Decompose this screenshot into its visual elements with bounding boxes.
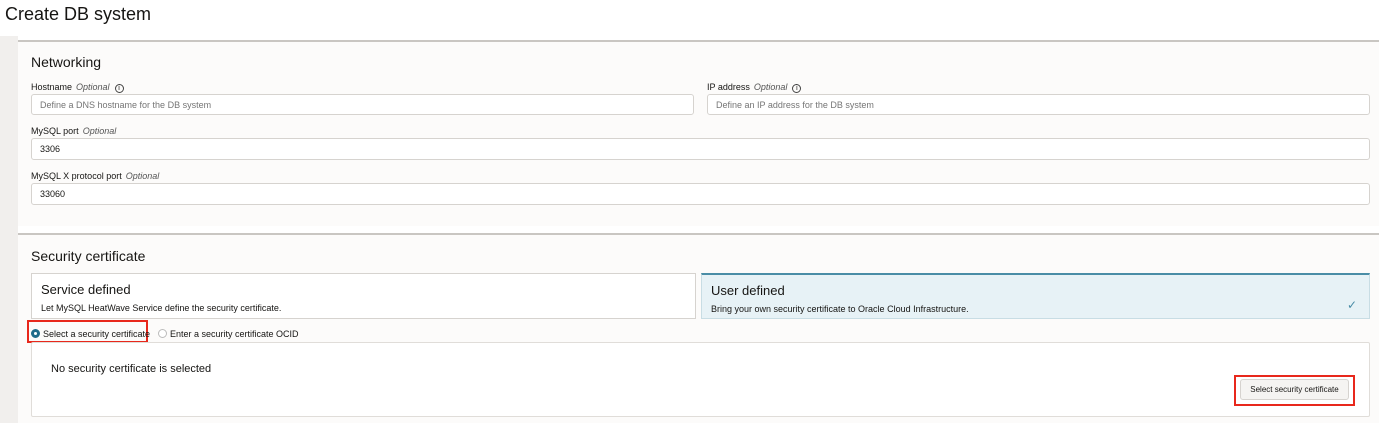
radio-label: Select a security certificate [43, 328, 151, 339]
networking-heading: Networking [31, 54, 102, 70]
info-icon[interactable]: i [792, 84, 802, 93]
hostname-label-text: Hostname [31, 82, 73, 92]
x-protocol-port-label-text: MySQL X protocol port [31, 171, 122, 181]
select-security-certificate-button[interactable]: Select security certificate [1240, 379, 1349, 400]
user-defined-card[interactable]: User defined Bring your own security cer… [701, 273, 1370, 319]
left-gutter [0, 36, 18, 423]
security-certificate-panel: Security certificate Service defined Let… [18, 233, 1379, 423]
mysql-port-label-text: MySQL port [31, 126, 79, 136]
card-title: User defined [711, 283, 785, 298]
radio-select-certificate[interactable]: Select a security certificate [31, 325, 150, 343]
optional-tag: Optional [82, 126, 117, 136]
hostname-input[interactable] [31, 94, 694, 115]
card-title: Service defined [41, 282, 131, 297]
mysql-port-input[interactable]: 3306 [31, 138, 1370, 160]
networking-panel: Networking HostnameOptionali IP addressO… [18, 40, 1379, 226]
radio-checked-icon[interactable] [31, 329, 40, 339]
radio-enter-ocid[interactable]: Enter a security certificate OCID [158, 325, 299, 343]
empty-state-text: No security certificate is selected [51, 363, 212, 375]
optional-tag: Optional [753, 82, 788, 92]
ip-address-input[interactable] [707, 94, 1370, 115]
security-heading: Security certificate [31, 248, 146, 264]
optional-tag: Optional [76, 82, 110, 92]
x-protocol-port-label: MySQL X protocol port Optional [31, 171, 159, 181]
mysql-port-label: MySQL port Optional [31, 126, 116, 136]
optional-tag: Optional [125, 171, 160, 181]
hostname-label: Hostname Optional i [31, 82, 124, 93]
card-description: Let MySQL HeatWave Service define the se… [41, 303, 282, 313]
service-defined-card[interactable]: Service defined Let MySQL HeatWave Servi… [31, 273, 696, 319]
page-title: Create DB system [5, 4, 152, 24]
card-description: Bring your own security certificate to O… [711, 304, 969, 314]
check-icon: ✓ [1346, 298, 1357, 312]
x-protocol-port-input[interactable]: 33060 [31, 183, 1370, 205]
certificate-selection-box: No security certificate is selected [31, 342, 1370, 417]
radio-label: Enter a security certificate OCID [170, 328, 299, 339]
radio-unchecked-icon[interactable] [158, 329, 167, 339]
info-icon[interactable]: i [114, 84, 124, 93]
ip-address-label: IP address Optional i [707, 82, 802, 93]
ip-address-label-text: IP address [707, 82, 750, 92]
